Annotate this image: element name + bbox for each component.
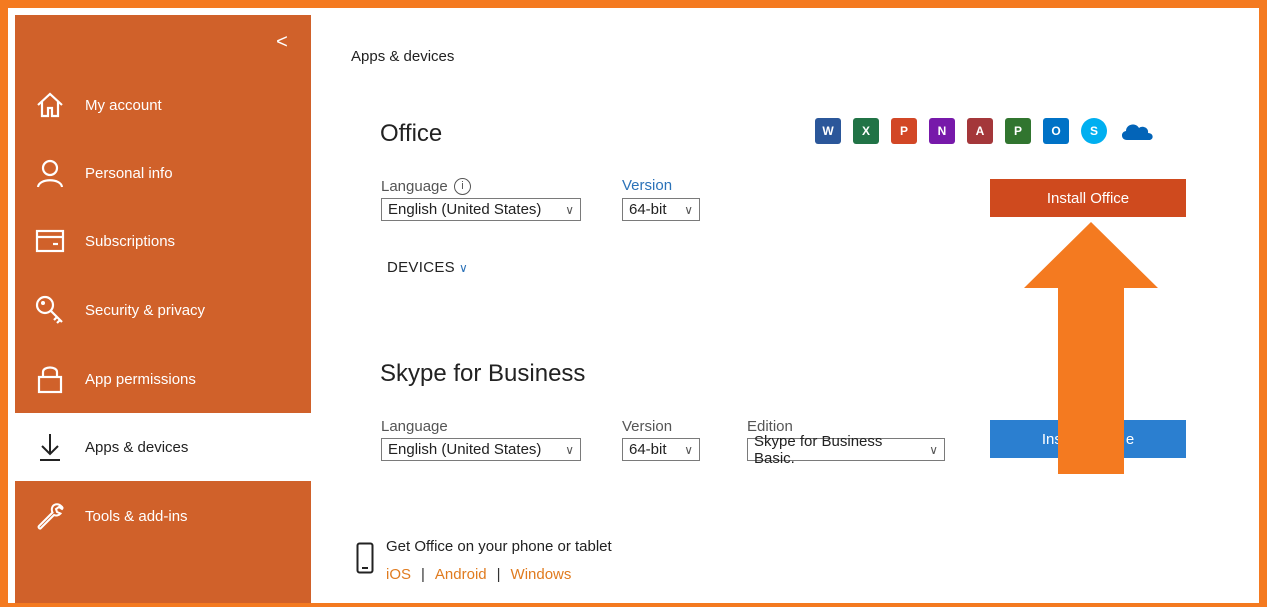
office-version-label: Version bbox=[622, 177, 673, 194]
download-icon bbox=[31, 429, 69, 465]
onenote-icon: N bbox=[929, 118, 955, 144]
collapse-sidebar-button[interactable]: < bbox=[272, 32, 292, 52]
sidebar-item-subscriptions[interactable]: Subscriptions bbox=[15, 207, 311, 275]
skype-language-label: Language bbox=[381, 418, 448, 435]
ios-link[interactable]: iOS bbox=[386, 566, 411, 583]
link-separator: | bbox=[496, 566, 501, 583]
sidebar-item-security-privacy[interactable]: Security & privacy bbox=[15, 276, 311, 344]
chevron-down-icon: ∨ bbox=[684, 202, 693, 217]
sidebar-item-app-permissions[interactable]: App permissions bbox=[15, 345, 311, 413]
sidebar-item-personal-info[interactable]: Personal info bbox=[15, 139, 311, 207]
office-app-icons: W X P N A P O S bbox=[815, 118, 1155, 144]
home-icon bbox=[31, 87, 69, 123]
lock-icon bbox=[31, 361, 69, 397]
skype-version-label: Version bbox=[622, 418, 673, 435]
sidebar-item-label: Apps & devices bbox=[85, 438, 189, 456]
person-icon bbox=[31, 155, 69, 191]
office-title: Office bbox=[380, 120, 443, 147]
chevron-down-icon: ∨ bbox=[565, 442, 574, 457]
link-separator: | bbox=[421, 566, 425, 583]
sidebar-item-label: Subscriptions bbox=[85, 232, 176, 250]
up-arrow-annotation bbox=[1024, 222, 1158, 474]
sidebar-item-tools-addins[interactable]: Tools & add-ins bbox=[15, 482, 311, 550]
skype-title: Skype for Business bbox=[380, 360, 586, 387]
sidebar-item-label: Personal info bbox=[85, 164, 173, 182]
chevron-down-icon: ∨ bbox=[684, 442, 693, 457]
windows-link[interactable]: Windows bbox=[511, 566, 572, 583]
office-language-select[interactable]: English (United States) ∨ bbox=[381, 198, 581, 221]
sidebar-item-apps-devices[interactable]: Apps & devices bbox=[15, 413, 311, 481]
chevron-down-icon: ∨ bbox=[565, 202, 574, 217]
skype-version-select[interactable]: 64-bit ∨ bbox=[622, 438, 700, 461]
install-office-button[interactable]: Install Office bbox=[990, 179, 1186, 217]
access-icon: A bbox=[967, 118, 993, 144]
sidebar-item-label: Security & privacy bbox=[85, 301, 206, 319]
outlook-icon: O bbox=[1043, 118, 1069, 144]
office-language-label: Language i bbox=[381, 178, 471, 195]
breadcrumb: Apps & devices bbox=[351, 48, 455, 65]
mobile-promo-text: Get Office on your phone or tablet bbox=[386, 538, 612, 555]
onedrive-icon bbox=[1119, 118, 1155, 144]
mobile-links: iOS | Android | Windows bbox=[386, 566, 571, 583]
android-link[interactable]: Android bbox=[435, 566, 487, 583]
sidebar-item-label: My account bbox=[85, 96, 162, 114]
sidebar: < My account Personal info Subscriptions… bbox=[15, 15, 311, 607]
chevron-down-icon: ∨ bbox=[929, 442, 938, 457]
word-icon: W bbox=[815, 118, 841, 144]
info-icon[interactable]: i bbox=[453, 178, 471, 195]
card-icon bbox=[31, 223, 69, 259]
highlight-frame-bottom bbox=[0, 603, 1267, 607]
sidebar-item-my-account[interactable]: My account bbox=[15, 71, 311, 139]
sidebar-item-label: App permissions bbox=[85, 370, 196, 388]
project-icon: P bbox=[1005, 118, 1031, 144]
powerpoint-icon: P bbox=[891, 118, 917, 144]
phone-icon bbox=[356, 542, 374, 579]
chevron-down-icon: ∨ bbox=[458, 261, 469, 275]
key-icon bbox=[31, 292, 69, 328]
skype-icon: S bbox=[1081, 118, 1107, 144]
office-version-select[interactable]: 64-bit ∨ bbox=[622, 198, 700, 221]
skype-edition-select[interactable]: Skype for Business Basic. ∨ bbox=[747, 433, 945, 467]
excel-icon: X bbox=[853, 118, 879, 144]
sidebar-item-label: Tools & add-ins bbox=[85, 507, 188, 525]
skype-language-select[interactable]: English (United States) ∨ bbox=[381, 438, 581, 461]
wrench-icon bbox=[31, 498, 69, 534]
devices-toggle[interactable]: DEVICES ∨ bbox=[387, 259, 468, 276]
